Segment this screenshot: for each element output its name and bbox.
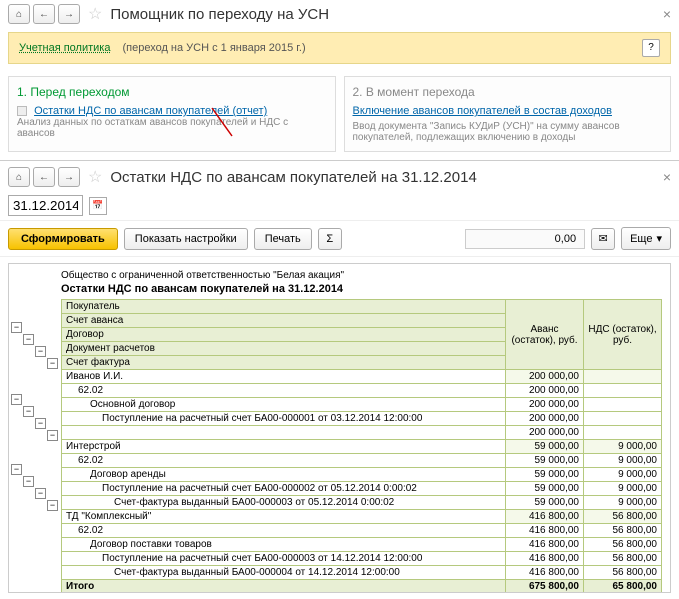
section-1-sub: Анализ данных по остаткам авансов покупа…: [17, 117, 327, 139]
vat-remains-link[interactable]: Остатки НДС по авансам покупателей (отче…: [34, 105, 267, 117]
collapse-icon[interactable]: −: [11, 464, 22, 475]
close-icon-2[interactable]: ×: [663, 169, 671, 185]
table-row[interactable]: Иванов И.И.200 000,00: [62, 370, 662, 384]
window-title-2: Остатки НДС по авансам покупателей на 31…: [110, 169, 662, 186]
col-vat: НДС (остаток), руб.: [584, 300, 662, 370]
section-2-title: 2. В момент перехода: [353, 85, 663, 99]
collapse-icon[interactable]: −: [47, 430, 58, 441]
collapse-icon[interactable]: −: [47, 358, 58, 369]
collapse-icon[interactable]: −: [35, 418, 46, 429]
show-settings-button[interactable]: Показать настройки: [124, 228, 248, 250]
section-during: 2. В момент перехода Включение авансов п…: [344, 76, 672, 152]
collapse-icon[interactable]: −: [23, 406, 34, 417]
collapse-icon[interactable]: −: [47, 500, 58, 511]
more-button[interactable]: Еще▾: [621, 227, 671, 250]
home-icon-2[interactable]: ⌂: [8, 167, 30, 187]
hintbar: Учетная политика (переход на УСН с 1 янв…: [8, 32, 671, 64]
sum-display: 0,00: [465, 229, 585, 249]
org-name: Общество с ограниченной ответственностью…: [61, 270, 662, 281]
total-vat: 65 800,00: [584, 580, 662, 594]
back-icon[interactable]: ←: [33, 4, 55, 24]
table-row[interactable]: Поступление на расчетный счет БА00-00000…: [62, 482, 662, 496]
titlebar-2: ⌂ ← → ☆ Остатки НДС по авансам покупател…: [0, 163, 679, 191]
total-label: Итого: [62, 580, 506, 594]
form-button[interactable]: Сформировать: [8, 228, 118, 250]
table-row[interactable]: 62.02200 000,00: [62, 384, 662, 398]
include-advances-link[interactable]: Включение авансов покупателей в состав д…: [353, 105, 663, 117]
favorite-icon[interactable]: ☆: [88, 4, 102, 24]
collapse-icon[interactable]: −: [23, 334, 34, 345]
table-row[interactable]: 200 000,00: [62, 426, 662, 440]
collapse-icon[interactable]: −: [11, 394, 22, 405]
chevron-down-icon: ▾: [656, 232, 662, 245]
window-title-1: Помощник по переходу на УСН: [110, 6, 662, 23]
total-advance: 675 800,00: [506, 580, 584, 594]
section-2-sub: Ввод документа "Запись КУДиР (УСН)" на с…: [353, 121, 663, 143]
report-title: Остатки НДС по авансам покупателей на 31…: [61, 283, 662, 295]
table-row[interactable]: Договор аренды59 000,009 000,00: [62, 468, 662, 482]
col-advance: Аванс (остаток), руб.: [506, 300, 584, 370]
assistant-window: ⌂ ← → ☆ Помощник по переходу на УСН × Уч…: [0, 0, 679, 161]
date-input[interactable]: [8, 195, 83, 216]
print-button[interactable]: Печать: [254, 228, 312, 250]
favorite-icon-2[interactable]: ☆: [88, 167, 102, 187]
section-before: 1. Перед переходом Остатки НДС по аванса…: [8, 76, 336, 152]
collapse-icon[interactable]: −: [23, 476, 34, 487]
table-row[interactable]: 62.0259 000,009 000,00: [62, 454, 662, 468]
col-buyer: Покупатель: [62, 300, 506, 314]
help-button[interactable]: ?: [642, 39, 660, 57]
section-1-title: 1. Перед переходом: [17, 85, 327, 99]
collapse-icon[interactable]: −: [35, 488, 46, 499]
table-row[interactable]: Поступление на расчетный счет БА00-00000…: [62, 412, 662, 426]
table-row[interactable]: 62.02416 800,0056 800,00: [62, 524, 662, 538]
forward-icon[interactable]: →: [58, 4, 80, 24]
home-icon[interactable]: ⌂: [8, 4, 30, 24]
titlebar-1: ⌂ ← → ☆ Помощник по переходу на УСН ×: [0, 0, 679, 28]
date-picker-icon[interactable]: 📅: [89, 197, 107, 215]
collapse-icon[interactable]: −: [11, 322, 22, 333]
back-icon-2[interactable]: ←: [33, 167, 55, 187]
table-row[interactable]: Поступление на расчетный счет БА00-00000…: [62, 552, 662, 566]
table-row[interactable]: Договор поставки товаров416 800,0056 800…: [62, 538, 662, 552]
report-window: ⌂ ← → ☆ Остатки НДС по авансам покупател…: [0, 163, 679, 593]
report-table: Покупатель Аванс (остаток), руб. НДС (ос…: [61, 299, 662, 593]
table-row[interactable]: Счет-фактура выданный БА00-000003 от 05.…: [62, 496, 662, 510]
report-area: − − − − − − − − − − − − Общество с огран…: [8, 263, 671, 593]
table-row[interactable]: Основной договор200 000,00: [62, 398, 662, 412]
mail-icon[interactable]: ✉: [591, 228, 615, 250]
table-row[interactable]: Интерстрой59 000,009 000,00: [62, 440, 662, 454]
close-icon[interactable]: ×: [663, 6, 671, 22]
bullet-icon: [17, 106, 27, 116]
accounting-policy-link[interactable]: Учетная политика: [19, 42, 110, 54]
table-row[interactable]: Счет-фактура выданный БА00-000004 от 14.…: [62, 566, 662, 580]
sigma-icon[interactable]: Σ: [318, 228, 342, 250]
table-row[interactable]: ТД "Комплексный"416 800,0056 800,00: [62, 510, 662, 524]
hint-text: (переход на УСН с 1 января 2015 г.): [122, 42, 642, 54]
collapse-icon[interactable]: −: [35, 346, 46, 357]
forward-icon-2[interactable]: →: [58, 167, 80, 187]
